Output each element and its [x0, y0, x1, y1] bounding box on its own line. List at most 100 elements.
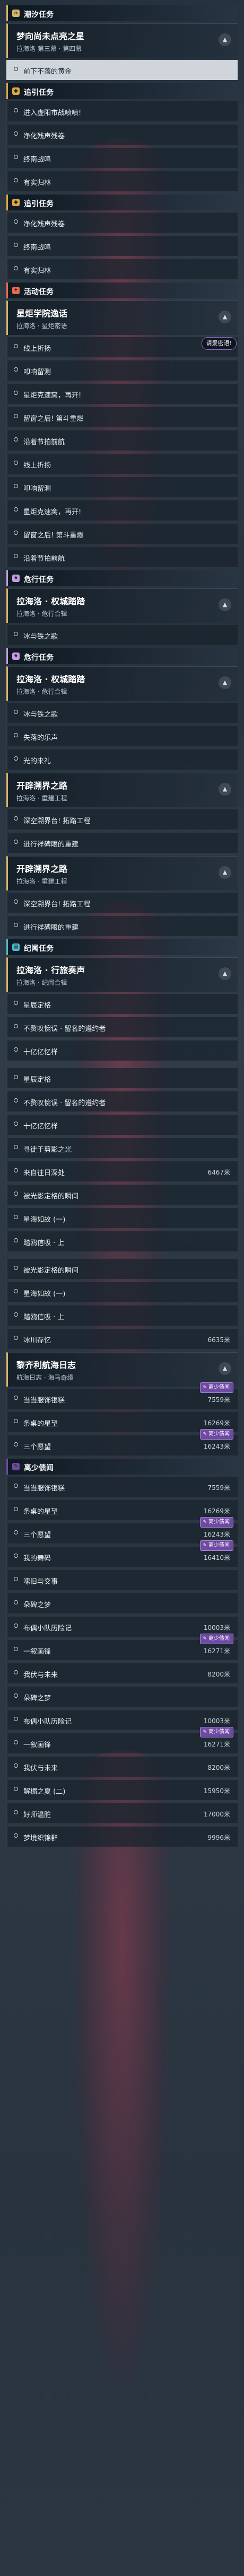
quest-entry[interactable]: 叩响留测	[6, 360, 238, 381]
quest-entry[interactable]: 有实归林	[6, 259, 238, 279]
quest-entry[interactable]: 朵碑之梦	[6, 1687, 238, 1707]
quest-entry[interactable]: 深空溯界台! 拓路工程	[6, 809, 238, 830]
quest-entry[interactable]: 星炬克速窝，再开!	[6, 384, 238, 404]
quest-chapter-card[interactable]: 拉海洛 · 权城踏踏 拉海洛 · 危行合辑 ▲	[6, 666, 238, 701]
quest-entry[interactable]: 光的来礼	[6, 749, 238, 770]
quest-chapter-card[interactable]: 拉海洛 · 行旅奏声 拉海洛 · 纪闻合辑 ▲	[6, 957, 238, 992]
quest-entry[interactable]: 前下不落的黄金	[6, 60, 238, 80]
quest-entry[interactable]: 深空溯界台! 拓路工程	[6, 893, 238, 913]
circle-marker-icon	[14, 1145, 18, 1149]
collapse-chevron-icon[interactable]: ▲	[219, 598, 231, 611]
quest-entry[interactable]: 当当服饰银糕 7559米 ✎ 离少债闻	[6, 1382, 238, 1409]
quest-entry[interactable]: 一叙画锋 16271米 ✎ 离少债闻	[6, 1634, 238, 1660]
quest-entry[interactable]: 十亿亿忆样	[6, 1040, 238, 1061]
quest-entry[interactable]: 我的舞码 16410米 ✎ 离少债闻	[6, 1540, 238, 1567]
quest-chapter-card[interactable]: 开辟溯界之路 拉海洛 · 重建工程 ▲	[6, 773, 238, 807]
circle-marker-icon	[14, 1810, 18, 1814]
section-header[interactable]: ◆ 追引任务	[6, 83, 238, 99]
list-gap	[6, 1064, 238, 1068]
section-header[interactable]: ◆ 追引任务	[6, 195, 238, 210]
quest-entry[interactable]: 进入虚阳市战喷喷!	[6, 101, 238, 121]
section-header[interactable]: ★ 危行任务	[6, 570, 238, 586]
quest-entry[interactable]: 我伏与未来 8200米	[6, 1757, 238, 1777]
quest-entry[interactable]: 有实归林	[6, 171, 238, 191]
quest-entry[interactable]: 冰川存忆 6635米	[6, 1329, 238, 1349]
quest-entry[interactable]: 我伏与未来 8200米	[6, 1663, 238, 1683]
quest-entry[interactable]: 叩响留测	[6, 477, 238, 497]
quest-chapter-card[interactable]: 拉海洛 · 权城踏踏 拉海洛 · 危行合辑 ▲	[6, 588, 238, 623]
section-header[interactable]: ≈ 潮汐任务	[6, 5, 238, 21]
quest-entry-label: 进入虚阳市战喷喷!	[23, 109, 82, 117]
quest-entry[interactable]: 被光影定格的瞬间	[6, 1185, 238, 1205]
quest-entry[interactable]: 冰与铁之歌	[6, 625, 238, 645]
collapse-chevron-icon[interactable]: ▲	[219, 33, 231, 46]
quest-entry[interactable]: 留窗之后! 第斗重燃	[6, 407, 238, 427]
quest-entry[interactable]: 踏鸥信吸 · 上	[6, 1231, 238, 1251]
tracking-flag[interactable]: 请爱密语!	[201, 337, 237, 350]
collapse-chevron-icon[interactable]: ▲	[219, 1362, 231, 1375]
quest-entry-label: 冰与铁之歌	[23, 633, 58, 641]
section-header[interactable]: ★ 危行任务	[6, 648, 238, 664]
feather-icon: ✎	[203, 1432, 207, 1437]
collapse-chevron-icon[interactable]: ▲	[219, 783, 231, 796]
badge-label: 离少债闻	[208, 1729, 230, 1735]
quest-entry[interactable]: 终南战鸣	[6, 148, 238, 168]
quest-entry[interactable]: 嗦旧与交事	[6, 1570, 238, 1590]
distance-label: 10003米	[203, 1717, 230, 1725]
quest-chapter-card[interactable]: 星炬学院逸话 拉海洛 · 星炬密语 ▲	[6, 301, 238, 335]
quest-entry[interactable]: 不赘叹惋误 · 留名的遵约者	[6, 1017, 238, 1037]
distance-label: 9996米	[207, 1834, 230, 1841]
quest-entry[interactable]: 进行祥碑眼的重建	[6, 833, 238, 853]
circle-marker-icon	[14, 1693, 18, 1698]
section-header[interactable]: ✎ 离少债闻	[6, 1459, 238, 1475]
quest-entry[interactable]: 好师温脏 17000米	[6, 1803, 238, 1823]
quest-entry[interactable]: 不赘叹惋误 · 留名的遵约者	[6, 1091, 238, 1111]
section-header[interactable]: ▤ 纪闻任务	[6, 939, 238, 955]
quest-entry-label: 终南战鸣	[23, 156, 51, 164]
chapter-subtitle: 拉海洛 · 危行合辑	[16, 610, 67, 617]
quest-entry[interactable]: 梦境织锦群 9996米	[6, 1827, 238, 1847]
quest-entry[interactable]: 踏鸥信吸 · 上	[6, 1305, 238, 1326]
collapse-chevron-icon[interactable]: ▲	[219, 866, 231, 879]
chapter-subtitle: 航海日志 · 海马奇缘	[16, 1374, 74, 1381]
quest-entry[interactable]: 终南战鸣	[6, 236, 238, 256]
quest-entry[interactable]: 星炬克速窝，再开!	[6, 500, 238, 521]
quest-entry-label: 当当服饰银糕	[23, 1397, 65, 1405]
quest-entry[interactable]: 沿着节拍前航	[6, 430, 238, 451]
quest-entry[interactable]: 冰与铁之歌	[6, 703, 238, 723]
quest-chapter-card[interactable]: 黎齐利航海日志 航海日志 · 海马奇缘 ▲	[6, 1352, 238, 1387]
quest-entry[interactable]: 来自往日深处 6467米	[6, 1161, 238, 1181]
quest-entry[interactable]: 留窗之后! 第斗重燃	[6, 524, 238, 544]
quest-entry[interactable]: 当当服饰银糕 7559米	[6, 1477, 238, 1497]
quest-entry[interactable]: 一叙画锋 16271米 ✎ 离少债闻	[6, 1727, 238, 1753]
quest-entry[interactable]: 星辰定格	[6, 994, 238, 1014]
quest-chapter-card[interactable]: 梦向尚未点亮之星 拉海洛 第三幕 · 第四幕 ▲	[6, 23, 238, 58]
chapter-subtitle: 拉海洛 · 星炬密语	[16, 322, 67, 330]
quest-entry[interactable]: 沿着节拍前航	[6, 547, 238, 567]
quest-entry[interactable]: 失落的乐声	[6, 726, 238, 746]
quest-entry[interactable]: 净化残声残卷	[6, 213, 238, 233]
circle-marker-icon	[14, 131, 18, 136]
quest-entry[interactable]: 进行祥碑眼的重建	[6, 916, 238, 936]
quest-entry[interactable]: 寻徒于剪影之光	[6, 1138, 238, 1158]
quest-entry[interactable]: 星海如故 (一)	[6, 1282, 238, 1302]
quest-entry-label: 星辰定格	[23, 1002, 51, 1010]
collapse-chevron-icon[interactable]: ▲	[219, 967, 231, 980]
quest-entry[interactable]: 朵碑之梦	[6, 1593, 238, 1613]
quest-entry[interactable]: 线上折扬 请爱密语!	[6, 337, 238, 357]
quest-entry-label: 朵碑之梦	[23, 1695, 51, 1702]
quest-chapter-card[interactable]: 开辟溯界之路 拉海洛 · 重建工程 ▲	[6, 856, 238, 890]
quest-entry[interactable]: 净化残声残卷	[6, 125, 238, 145]
quest-entry[interactable]: 解楣之夏 (二) 15950米	[6, 1780, 238, 1800]
quest-entry[interactable]: 星辰定格	[6, 1068, 238, 1088]
section-header[interactable]: ✦ 活动任务	[6, 283, 238, 298]
quest-entry[interactable]: 星海如故 (一)	[6, 1208, 238, 1228]
quest-entry[interactable]: 被光影定格的瞬间	[6, 1259, 238, 1279]
quest-entry-label: 我的舞码	[23, 1555, 51, 1563]
collapse-chevron-icon[interactable]: ▲	[219, 676, 231, 689]
circle-marker-icon	[14, 1833, 18, 1838]
collapse-chevron-icon[interactable]: ▲	[219, 311, 231, 323]
quest-entry[interactable]: 线上折扬	[6, 454, 238, 474]
quest-entry[interactable]: 三个愿望 16243米 ✎ 离少债闻	[6, 1429, 238, 1455]
quest-entry[interactable]: 十亿亿忆样	[6, 1115, 238, 1135]
